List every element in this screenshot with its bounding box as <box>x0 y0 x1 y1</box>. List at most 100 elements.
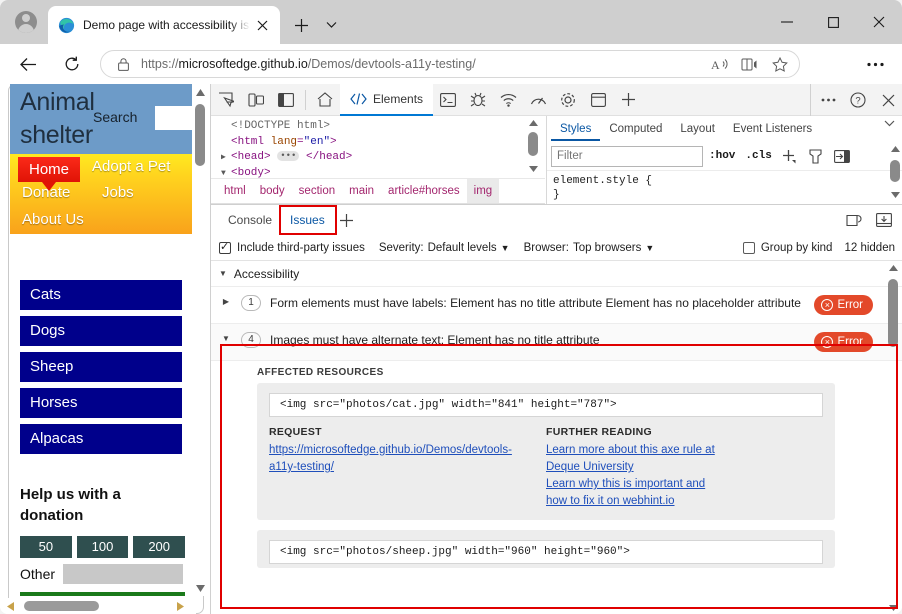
styles-scrollbar[interactable] <box>887 142 902 204</box>
list-item[interactable]: Sheep <box>20 352 182 382</box>
help-icon[interactable]: ? <box>843 86 873 114</box>
issue-row[interactable]: ▼ 4 Images must have alternate text: Ele… <box>211 324 902 361</box>
tab-performance-icon[interactable] <box>523 86 553 114</box>
nav-item-donate[interactable]: Donate <box>22 184 70 201</box>
chevron-down-icon[interactable] <box>884 120 895 127</box>
inspect-element-icon[interactable] <box>211 86 241 114</box>
nav-item-home[interactable]: Home <box>18 157 80 182</box>
include-third-party-checkbox[interactable]: Include third-party issues <box>219 242 365 254</box>
devtools-close-icon[interactable] <box>873 86 902 114</box>
issues-section-accessibility[interactable]: ▼ Accessibility <box>211 261 902 287</box>
scrollbar-thumb[interactable] <box>24 601 99 611</box>
color-picker-icon[interactable] <box>804 145 828 167</box>
donation-other-input[interactable] <box>63 564 183 584</box>
issues-scrollbar[interactable] <box>885 261 901 614</box>
checkbox-icon[interactable] <box>743 242 755 254</box>
donation-amount-button[interactable]: 200 <box>133 536 185 558</box>
list-item[interactable]: Cats <box>20 280 182 310</box>
add-drawer-tab-button[interactable] <box>334 208 360 232</box>
browser-dropdown[interactable]: Browser: Top browsers ▼ <box>524 242 655 254</box>
breadcrumb-item-section[interactable]: section <box>292 179 342 203</box>
tab-computed[interactable]: Computed <box>600 117 671 141</box>
read-aloud-icon[interactable]: A <box>705 52 735 76</box>
issue-row[interactable]: ▶ 1 Form elements must have labels: Elem… <box>211 287 902 324</box>
breadcrumb-item-article[interactable]: article#horses <box>381 179 467 203</box>
checkbox-icon[interactable] <box>219 242 231 254</box>
further-reading-link-deque[interactable]: Learn more about this axe rule at Deque … <box>546 442 728 476</box>
further-reading-link-webhint[interactable]: Learn why this is important and how to f… <box>546 476 728 510</box>
collapse-issue-icon[interactable]: ▼ <box>211 332 241 352</box>
nav-item-adopt[interactable]: Adopt a Pet <box>92 158 170 175</box>
profile-button[interactable] <box>10 6 42 38</box>
hov-toggle[interactable]: :hov <box>705 150 739 162</box>
close-window-button[interactable] <box>856 0 902 44</box>
scrollbar-thumb[interactable] <box>888 279 898 347</box>
resource-code[interactable]: <img src="photos/sheep.jpg" width="960" … <box>269 540 823 564</box>
tab-elements[interactable]: Elements <box>340 84 433 116</box>
tab-application-icon[interactable] <box>583 86 613 114</box>
dom-line-head[interactable]: ▶<head> ••• </head> <box>221 150 545 166</box>
page-vertical-scrollbar[interactable] <box>192 84 208 596</box>
new-tab-button[interactable] <box>288 12 314 38</box>
tab-styles[interactable]: Styles <box>551 117 600 141</box>
breadcrumb-item-html[interactable]: html <box>217 179 253 203</box>
search-input[interactable] <box>155 106 192 130</box>
severity-dropdown[interactable]: Severity: Default levels ▼ <box>379 242 510 254</box>
tab-console[interactable]: Console <box>219 208 281 232</box>
scrollbar-thumb[interactable] <box>528 132 538 156</box>
chevron-down-icon[interactable] <box>318 12 344 38</box>
page-horizontal-scrollbar[interactable] <box>0 598 196 614</box>
nav-item-about[interactable]: About Us <box>22 211 84 228</box>
scroll-down-icon[interactable] <box>525 162 541 176</box>
breadcrumb-item-main[interactable]: main <box>342 179 381 203</box>
toggle-sidebar-icon[interactable] <box>830 145 854 167</box>
chevron-down-icon[interactable]: ▼ <box>219 269 227 278</box>
dock-drawer-icon[interactable] <box>871 208 897 232</box>
new-style-rule-icon[interactable] <box>778 145 802 167</box>
scroll-left-icon[interactable] <box>2 598 18 614</box>
list-item[interactable]: Horses <box>20 388 182 418</box>
tab-settings-gear-icon[interactable] <box>553 86 583 114</box>
style-rule-selector[interactable]: element.style { <box>547 170 902 188</box>
add-panel-button[interactable] <box>613 86 643 114</box>
scroll-up-icon[interactable] <box>192 84 208 100</box>
dom-scrollbar[interactable] <box>525 116 541 178</box>
minimize-button[interactable] <box>764 0 810 44</box>
breadcrumb-item-body[interactable]: body <box>253 179 292 203</box>
dom-tree[interactable]: <!DOCTYPE html> <html lang="en"> ▶<head>… <box>211 116 545 178</box>
resource-code[interactable]: <img src="photos/cat.jpg" width="841" he… <box>269 393 823 417</box>
address-bar[interactable]: https://microsoftedge.github.io/Demos/de… <box>100 50 800 78</box>
donation-amount-button[interactable]: 50 <box>20 536 72 558</box>
scrollbar-thumb[interactable] <box>195 104 205 166</box>
donation-amount-button[interactable]: 100 <box>77 536 129 558</box>
device-emulation-icon[interactable] <box>241 86 271 114</box>
dom-line-html[interactable]: <html lang="en"> <box>221 135 545 151</box>
tab-close-icon[interactable] <box>250 13 274 37</box>
scroll-right-icon[interactable] <box>172 598 188 614</box>
tab-debugger-icon[interactable] <box>463 86 493 114</box>
list-item[interactable]: Alpacas <box>20 424 182 454</box>
reload-button[interactable] <box>56 48 88 80</box>
browser-tab[interactable]: Demo page with accessibility issu <box>48 6 280 44</box>
scroll-down-icon[interactable] <box>887 188 902 202</box>
tab-network-icon[interactable] <box>493 86 523 114</box>
tab-layout[interactable]: Layout <box>671 117 724 141</box>
request-link[interactable]: https://microsoftedge.github.io/Demos/de… <box>269 442 441 476</box>
group-by-kind-checkbox[interactable]: Group by kind <box>743 242 833 254</box>
cls-toggle[interactable]: .cls <box>741 150 775 162</box>
expand-issue-icon[interactable]: ▶ <box>211 295 241 315</box>
dock-side-icon[interactable] <box>271 86 301 114</box>
scrollbar-thumb[interactable] <box>890 160 900 182</box>
scroll-up-icon[interactable] <box>525 116 541 130</box>
drawer-settings-icon[interactable] <box>841 208 867 232</box>
scroll-down-icon[interactable] <box>192 580 208 596</box>
dom-line-body[interactable]: ▼<body> <box>221 166 545 179</box>
scroll-down-icon[interactable] <box>885 601 901 614</box>
scroll-up-icon[interactable] <box>887 142 902 156</box>
favorite-star-icon[interactable] <box>765 52 795 76</box>
list-item[interactable]: Dogs <box>20 316 182 346</box>
browser-settings-button[interactable] <box>860 50 890 78</box>
home-icon[interactable] <box>310 86 340 114</box>
scroll-up-icon[interactable] <box>885 261 901 275</box>
tab-event-listeners[interactable]: Event Listeners <box>724 117 821 141</box>
